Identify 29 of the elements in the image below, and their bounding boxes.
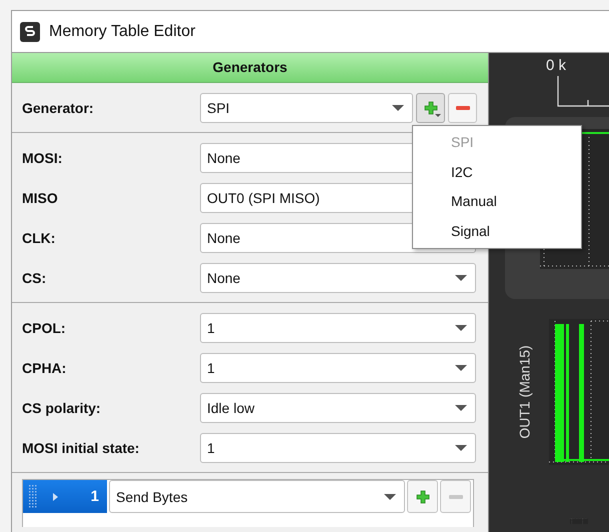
grip-icon xyxy=(29,484,37,508)
field-label: CLK: xyxy=(22,230,56,246)
field-label: MOSI: xyxy=(22,150,64,166)
field-label: CPHA: xyxy=(22,360,68,376)
step-handle[interactable]: 1 xyxy=(23,480,107,513)
add-button[interactable] xyxy=(407,480,438,513)
field-label: MISO xyxy=(22,190,59,206)
axis-drawing xyxy=(557,76,609,107)
window-title: Memory Table Editor xyxy=(49,22,196,40)
app-icon xyxy=(19,20,41,42)
plus-icon xyxy=(424,101,438,115)
field-label: CS: xyxy=(22,270,48,286)
remove-button[interactable] xyxy=(448,93,477,123)
dropdown[interactable]: SPI xyxy=(200,93,413,123)
field-label: CS polarity: xyxy=(22,400,102,416)
dropdown[interactable]: 1 xyxy=(200,313,476,343)
dropdown[interactable]: None xyxy=(200,263,476,293)
add-button[interactable] xyxy=(416,93,445,123)
plus-icon xyxy=(416,490,430,504)
field-label: Generator: xyxy=(22,100,95,116)
dropdown[interactable]: 1 xyxy=(200,433,476,463)
axis-label: 0 k xyxy=(546,57,566,74)
panel-header: Generators xyxy=(12,53,488,83)
dropdown[interactable]: Idle low xyxy=(200,393,476,423)
channel-label: OUT1 (Man15) xyxy=(517,345,533,439)
dropdown[interactable]: 1 xyxy=(200,353,476,383)
dropdown[interactable]: Send Bytes xyxy=(109,480,405,513)
field-label: CPOL: xyxy=(22,320,67,336)
field-label: MOSI initial state: xyxy=(22,440,140,456)
